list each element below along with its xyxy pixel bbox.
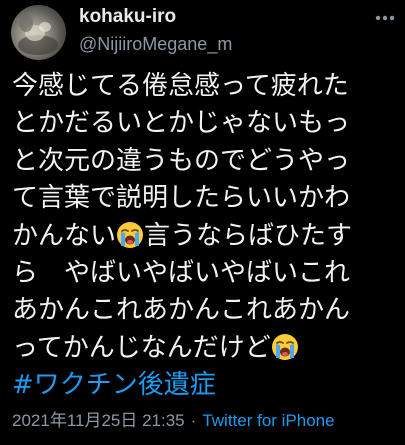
tweet-text-line: 今感じてる倦怠感って疲れた	[12, 71, 349, 101]
more-icon	[375, 15, 395, 21]
tweet-text-line-with-emoji: かんない 言うならばひたす	[12, 218, 400, 255]
display-name[interactable]: kohaku-iro	[79, 6, 176, 28]
hashtag-link[interactable]: #ワクチン後遺症	[12, 367, 400, 404]
meta-separator: ·	[190, 411, 197, 430]
tweet-text: 今感じてる倦怠感って疲れた とかだるいとかじゃないもっ と次元の違うものでどうや…	[12, 68, 400, 405]
tweet-text-segment: ってかんじなんだけど	[12, 332, 271, 363]
avatar[interactable]	[11, 5, 66, 60]
tweet-text-line: と次元の違うものでどうやっ	[12, 145, 351, 176]
tweet-text-segment: かんない	[12, 220, 117, 251]
tweet-text-line: あかんこれあかんこれあかん	[12, 295, 351, 326]
tweet-text-segment: 言うならばひたす	[144, 220, 353, 251]
tweet-text-line-with-emoji: ってかんじなんだけど	[12, 330, 400, 367]
tweet-text-line: ら やばいやばいやばいこれ	[12, 257, 351, 288]
tweet-text-line: て言葉で説明したらいいかわ	[12, 183, 351, 214]
crying-face-emoji-icon	[116, 221, 144, 249]
tweet-text-line: とかだるいとかじゃないもっ	[12, 108, 351, 139]
source-link[interactable]: Twitter for iPhone	[202, 411, 334, 430]
user-handle[interactable]: @NijiiroMegane_m	[79, 34, 232, 55]
more-options-button[interactable]	[374, 10, 396, 26]
tweet-meta: 2021年11月25日 21:35 · Twitter for iPhone	[12, 406, 335, 431]
timestamp[interactable]: 2021年11月25日 21:35	[12, 411, 185, 430]
crying-face-emoji-icon	[271, 333, 299, 361]
tweet-card: kohaku-iro @NijiiroMegane_m 今感じてる倦怠感って疲れ…	[0, 0, 405, 445]
